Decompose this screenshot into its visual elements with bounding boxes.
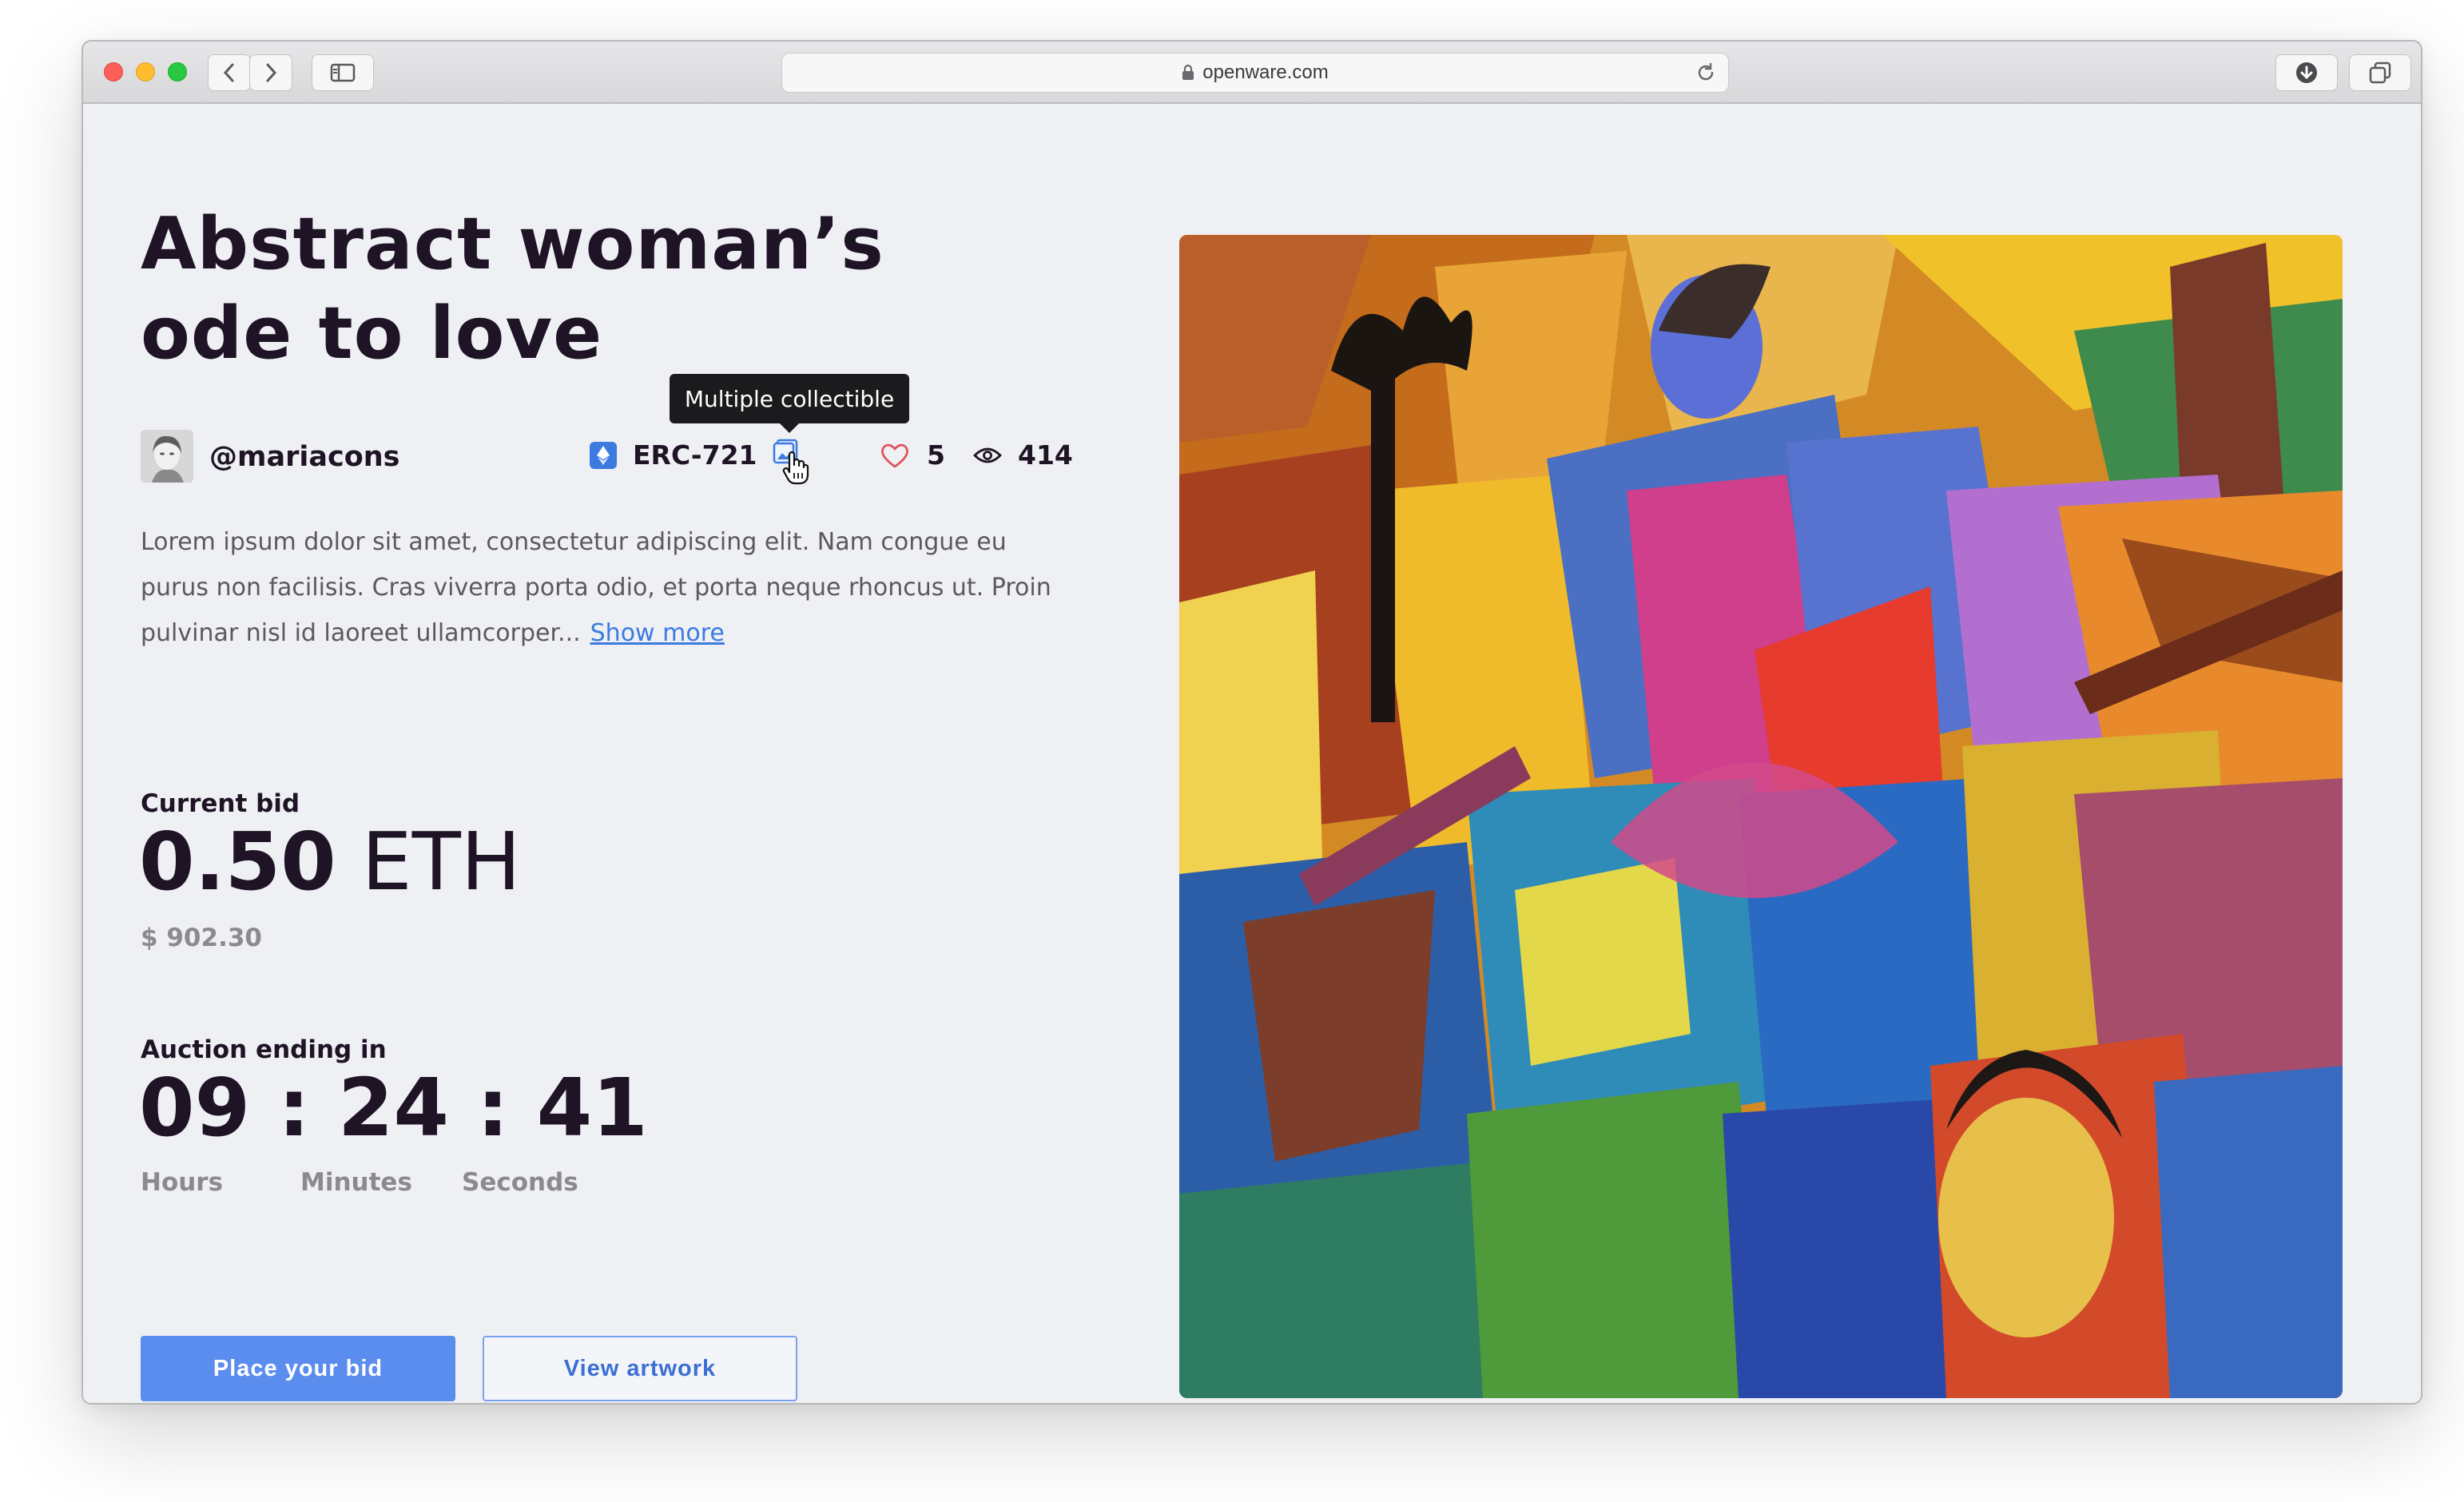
hand-cursor-icon <box>782 451 809 485</box>
countdown-minutes: 24 <box>337 1061 449 1154</box>
artwork-image[interactable] <box>1179 235 2343 1398</box>
heart-icon <box>881 443 908 467</box>
download-icon <box>2296 62 2317 83</box>
bid-currency: ETH <box>361 815 521 908</box>
tabs-icon <box>2369 62 2391 84</box>
view-artwork-button[interactable]: View artwork <box>483 1336 797 1401</box>
artwork-description: Lorem ipsum dolor sit amet, consectetur … <box>141 519 1051 656</box>
browser-window: openware.com Abstract woman’s ode to lov… <box>81 40 2422 1405</box>
meta-row: @mariacons ERC-721 5 414 <box>141 430 1099 485</box>
minutes-label: Minutes <box>300 1168 412 1197</box>
close-window-button[interactable] <box>104 62 123 81</box>
sidebar-icon <box>330 63 356 82</box>
show-more-link[interactable]: Show more <box>590 619 725 647</box>
token-standard: ERC-721 <box>590 439 757 471</box>
address-bar[interactable]: openware.com <box>781 53 1729 93</box>
forward-button[interactable] <box>249 54 292 91</box>
minimize-window-button[interactable] <box>136 62 155 81</box>
creator-username[interactable]: @mariacons <box>209 441 400 473</box>
likes-count: 5 <box>927 439 945 471</box>
lock-icon <box>1182 65 1194 80</box>
token-standard-label: ERC-721 <box>633 439 757 471</box>
hours-label: Hours <box>141 1168 224 1197</box>
reload-icon[interactable] <box>1695 62 1717 84</box>
zoom-window-button[interactable] <box>168 62 187 81</box>
tooltip: Multiple collectible <box>670 374 909 433</box>
countdown-hours: 09 <box>139 1061 251 1154</box>
bid-usd-value: $ 902.30 <box>141 924 262 952</box>
countdown-separator: : <box>278 1061 310 1154</box>
ethereum-icon <box>590 441 617 469</box>
tooltip-text: Multiple collectible <box>684 385 895 412</box>
current-bid-label: Current bid <box>141 789 300 818</box>
downloads-button[interactable] <box>2275 54 2338 91</box>
avatar-image <box>141 430 193 483</box>
artwork-title: Abstract woman’s ode to love <box>141 200 940 379</box>
page-content: Abstract woman’s ode to love Multiple co… <box>83 105 2421 1403</box>
sidebar-button[interactable] <box>312 54 374 91</box>
auction-countdown: 09 : 24 : 41 <box>139 1061 648 1154</box>
views-count: 414 <box>1018 439 1073 471</box>
current-bid-value: 0.50 ETH <box>139 815 521 908</box>
views: 414 <box>973 439 1073 471</box>
url-text: openware.com <box>1202 62 1329 83</box>
countdown-separator: : <box>476 1061 509 1154</box>
title-line-2: ode to love <box>141 292 603 376</box>
place-bid-button[interactable]: Place your bid <box>141 1336 455 1401</box>
seconds-label: Seconds <box>462 1168 578 1197</box>
eye-icon <box>973 447 1002 463</box>
forward-icon <box>266 63 277 82</box>
auction-label: Auction ending in <box>141 1035 387 1064</box>
countdown-seconds: 41 <box>536 1061 648 1154</box>
bid-amount: 0.50 <box>139 815 336 908</box>
browser-toolbar: openware.com <box>83 42 2421 104</box>
artwork-painting <box>1179 235 2343 1398</box>
back-button[interactable] <box>208 54 251 91</box>
back-icon <box>223 63 234 82</box>
tabs-button[interactable] <box>2349 54 2411 91</box>
avatar[interactable] <box>141 430 193 483</box>
likes[interactable]: 5 <box>880 439 945 471</box>
title-line-1: Abstract woman’s <box>141 202 884 286</box>
